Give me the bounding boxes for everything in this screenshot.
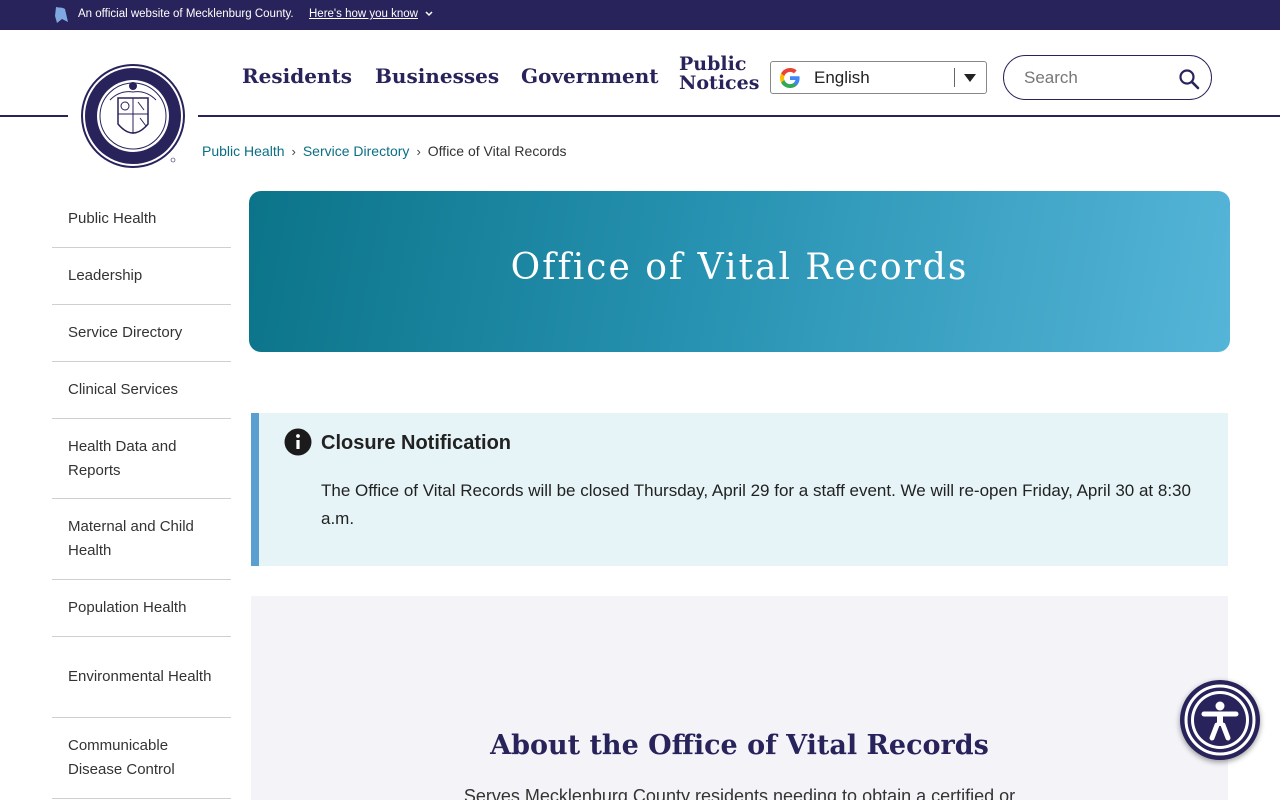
sidebar-item-communicable-disease[interactable]: Communicable Disease Control (52, 718, 231, 799)
sidebar-item-public-health[interactable]: Public Health (52, 191, 231, 248)
sidebar-item-label: Service Directory (68, 324, 183, 341)
sidebar-item-label: Environmental Health (68, 668, 212, 685)
alert-title: Closure Notification (321, 432, 512, 454)
page-hero-banner: Office of Vital Records (249, 191, 1230, 352)
breadcrumb-link-public-health[interactable]: Public Health (202, 143, 285, 159)
sidebar-item-label: Public Health (68, 210, 157, 227)
sidebar-item-label: Maternal and Child Health (68, 518, 194, 559)
select-divider (954, 68, 955, 87)
sidebar-item-leadership[interactable]: Leadership (52, 248, 231, 305)
nav-government[interactable]: Government (521, 64, 659, 88)
accessibility-icon (1184, 684, 1256, 756)
sidebar-item-maternal-child-health[interactable]: Maternal and Child Health (52, 499, 231, 580)
search-input[interactable] (1024, 66, 1174, 90)
about-text: Serves Mecklenburg County residents need… (463, 786, 1016, 800)
county-seal-logo[interactable] (80, 62, 186, 172)
sidebar-item-environmental-health[interactable]: Environmental Health (52, 637, 231, 718)
sidebar-item-label: Clinical Services (68, 381, 179, 398)
sidebar-item-label: Health Data and Reports (68, 437, 177, 479)
sidebar-item-clinical-services[interactable]: Clinical Services (52, 362, 231, 419)
sidebar-item-health-data[interactable]: Health Data and Reports (52, 419, 231, 499)
breadcrumb: Public Health › Service Directory › Offi… (202, 143, 567, 159)
sidebar-item-service-directory[interactable]: Service Directory (52, 305, 231, 362)
about-section: About the Office of Vital Records Serves… (251, 596, 1228, 800)
breadcrumb-link-service-directory[interactable]: Service Directory (303, 143, 410, 159)
closure-alert: Closure Notification The Office of Vital… (251, 413, 1228, 566)
nav-public-notices[interactable]: Public Notices (679, 55, 759, 93)
sidebar-item-label: Communicable Disease Control (68, 737, 175, 778)
breadcrumb-chevron-icon: › (416, 143, 421, 159)
heres-how-you-know-link[interactable]: Here's how you know (309, 8, 418, 20)
sidebar-item-population-health[interactable]: Population Health (52, 580, 231, 637)
caret-down-icon (964, 74, 976, 82)
header-divider (198, 115, 1280, 117)
alert-body: The Office of Vital Records will be clos… (321, 481, 1191, 528)
nav-businesses[interactable]: Businesses (375, 64, 499, 88)
language-select[interactable]: English (770, 61, 987, 94)
page-title: Office of Vital Records (510, 247, 969, 288)
header-divider (0, 115, 68, 117)
chevron-down-icon[interactable] (424, 9, 434, 19)
nav-residents[interactable]: Residents (242, 64, 352, 88)
official-website-bar: An official website of Mecklenburg Count… (0, 0, 1280, 30)
sidebar-nav: Public Health Leadership Service Directo… (52, 191, 231, 799)
sidebar-item-label: Leadership (68, 267, 143, 284)
breadcrumb-current: Office of Vital Records (427, 143, 567, 159)
about-heading: About the Office of Vital Records (490, 730, 989, 761)
language-selected-value: English (814, 68, 870, 87)
county-flag-icon (55, 7, 68, 23)
sidebar-item-label: Population Health (68, 599, 187, 616)
search-icon[interactable] (1178, 68, 1200, 90)
google-icon (780, 68, 800, 88)
official-website-text: An official website of Mecklenburg Count… (78, 8, 294, 20)
breadcrumb-chevron-icon: › (291, 143, 296, 159)
info-icon (284, 428, 312, 456)
accessibility-button[interactable] (1180, 680, 1260, 760)
search-box (1003, 55, 1212, 100)
